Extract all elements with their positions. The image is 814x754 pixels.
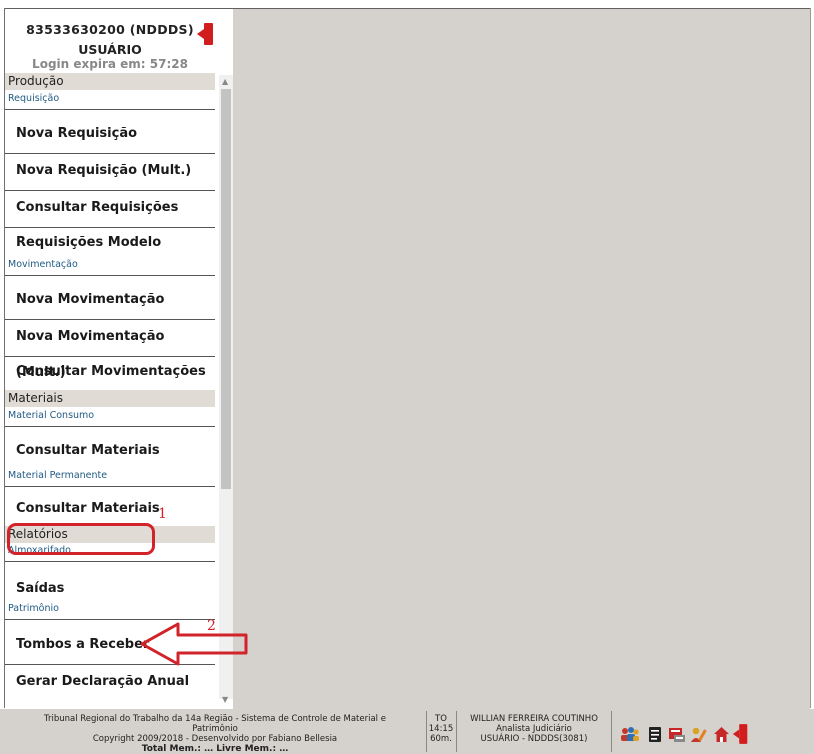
content-pane [233,9,810,709]
footer-user-role: Analista Judiciário [496,724,572,734]
login-expiry: Login expira em: 57:28 [32,57,188,71]
document-icon[interactable] [648,726,662,743]
annotation-highlight-relatorios [7,523,155,555]
footer-divider [611,711,612,752]
scroll-down-arrow-icon[interactable]: ▼ [222,695,228,704]
user-label: USUÁRIO [78,42,142,57]
footer-duration: 60m. [430,734,452,744]
footer-user-unit: USUÁRIO - NDDDS(3081) [480,734,588,744]
menu-nova-requisicao-mult[interactable]: Nova Requisição (Mult.) [5,153,215,191]
footer-time: 14:15 [428,724,454,734]
subsection-material-permanente: Material Permanente [5,467,215,487]
menu-consultar-movimentacoes[interactable]: Consultar Movimentações [5,354,215,392]
window-border-right [810,8,811,708]
category-producao: Produção [5,73,215,90]
sidebar-header: 83533630200 (NDDDS) USUÁRIO Login expira… [5,9,233,75]
annotation-arrow-icon [140,622,248,666]
footer-to-label: TO [435,714,447,724]
menu-gerar-declaracao-anual[interactable]: Gerar Declaração Anual [5,664,215,702]
annotation-number-1: 1 [158,506,167,522]
menu-nova-movimentacao[interactable]: Nova Movimentação [5,282,215,320]
footer-system-line2: Patrimônio [192,724,238,734]
menu-nova-movimentacao-mult[interactable]: Nova Movimentação (Mult.) [5,319,215,380]
footer-copyright: Copyright 2009/2018 - Desenvolvido por F… [92,734,338,744]
users-icon[interactable] [620,726,640,742]
menu-nova-requisicao[interactable]: Nova Requisição [5,116,215,154]
person-pencil-icon[interactable] [690,726,708,743]
footer-user-name: WILLIAN FERREIRA COUTINHO [470,714,598,724]
subsection-requisicao: Requisição [5,90,215,110]
footer-memory: Total Mem.: … Livre Mem.: … [141,744,289,754]
exit-icon[interactable] [732,724,749,744]
sidebar-scrollbar-thumb[interactable] [221,89,231,489]
subsection-movimentacao: Movimentação [5,256,215,276]
app-window: 83533630200 (NDDDS) USUÁRIO Login expira… [0,0,814,754]
footer-bar: Tribunal Regional do Trabalho da 14a Reg… [0,709,814,754]
scroll-up-arrow-icon[interactable]: ▲ [222,77,228,86]
sidebar: 83533630200 (NDDDS) USUÁRIO Login expira… [5,9,233,709]
subsection-patrimonio: Patrimônio [5,600,215,620]
home-icon[interactable] [713,726,730,743]
menu-consultar-requisicoes[interactable]: Consultar Requisições [5,190,215,228]
menu-consultar-materiais-consumo[interactable]: Consultar Materiais [5,433,215,471]
category-materiais: Materiais [5,390,215,407]
login-code: 83533630200 (NDDDS) [26,22,194,37]
subsection-material-consumo: Material Consumo [5,407,215,427]
form-icon[interactable] [668,726,686,743]
footer-system-line1: Tribunal Regional do Trabalho da 14a Reg… [44,714,386,724]
